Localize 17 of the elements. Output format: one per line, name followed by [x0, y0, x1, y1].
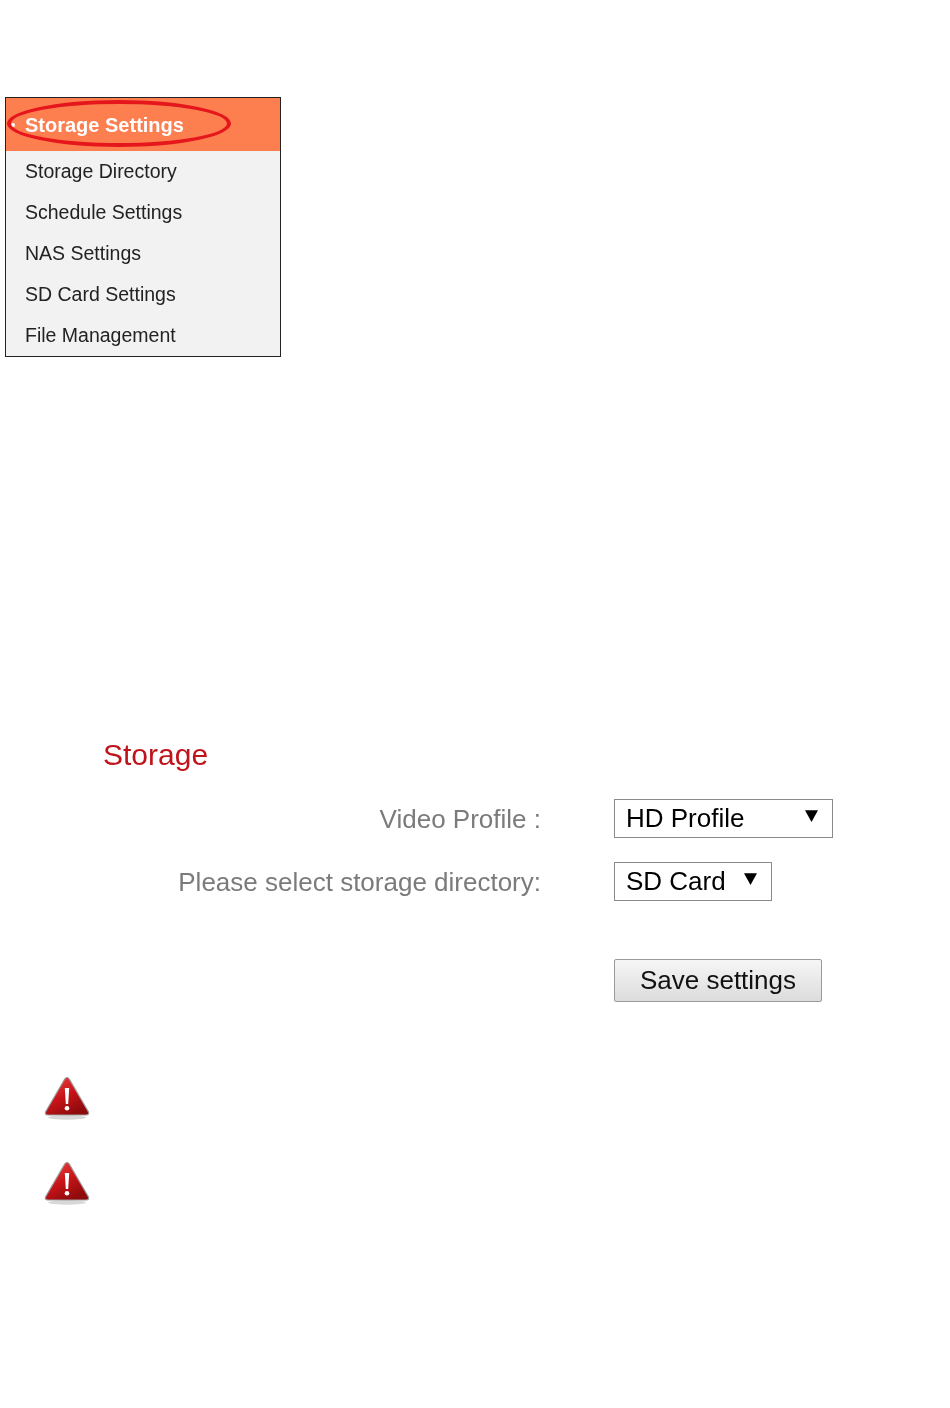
bullet-icon: [11, 122, 15, 127]
field-label: Video Profile :: [379, 802, 541, 835]
save-button[interactable]: Save settings: [614, 959, 822, 1002]
section-title: Storage: [103, 737, 209, 773]
caret-icon: [743, 872, 757, 885]
sidebar-item[interactable]: NAS Settings: [6, 233, 280, 274]
caret-icon: [805, 809, 818, 822]
sidebar-item[interactable]: File Management: [6, 315, 280, 356]
dropdown-field[interactable]: HD Profile: [614, 799, 833, 838]
menu-header-label: Storage Settings: [25, 112, 184, 137]
sidebar-item[interactable]: SD Card Settings: [6, 274, 280, 315]
sidebar-item[interactable]: Storage Directory: [6, 151, 280, 192]
field-label: Please select storage directory:: [178, 865, 541, 898]
dropdown-field[interactable]: SD Card: [614, 862, 772, 901]
warning-icon: [44, 1161, 90, 1205]
warning-icon: [44, 1076, 90, 1120]
sidebar-item[interactable]: Schedule Settings: [6, 192, 280, 233]
